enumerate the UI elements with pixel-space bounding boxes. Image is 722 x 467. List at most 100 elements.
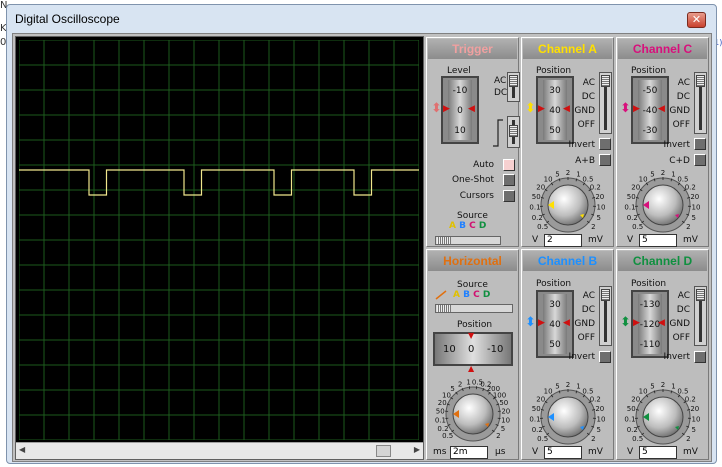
a-pos-top: 30 [549,86,561,96]
trigger-edge-slider[interactable] [507,116,520,148]
a-volts-dial[interactable]: 0.5 0.2 0.1 50 20 10 5 2 1 0.5 0.2 20 10 5 2 [524,165,612,241]
c-invert-label: Invert [663,140,690,150]
scroll-right-icon[interactable]: ▶ [414,445,420,454]
h-pos-left: 10 [443,344,456,355]
dial-tick-label: 20 [631,183,640,191]
b-unit-left: V [532,447,539,457]
timebase-dial[interactable]: 0.5 0.2 0.1 50 20 10 5 2 1 0.5 0.2 200 100 50 20 10 5 2 [429,374,517,450]
dial-tick-label: 1 [671,171,675,179]
trigger-cursors-button[interactable] [503,190,515,202]
dial-tick-label: 50 [532,193,541,201]
a-pointer-left-icon: ▶ [538,104,545,114]
b-gnd-label: GND [574,319,595,329]
b-invert-button[interactable] [599,351,611,363]
dial-tick-label: 0.2 [685,395,696,403]
h-pos-pointer-top-icon: ▼ [468,331,475,340]
dial-tick-label: 0.5 [537,223,548,231]
c-gnd-label: GND [669,106,690,116]
trigger-oneshot-button[interactable] [503,174,515,186]
trigger-coupling-slider[interactable] [507,72,520,102]
horizontal-source-slider[interactable] [435,304,513,313]
d-position-label: Position [631,279,667,289]
dial-tick-label: 0.2 [532,426,543,434]
a-coupling-slider[interactable] [599,72,612,134]
dial-graphic: 0.50.20.15020105 2 10.50.2201052 [529,169,605,233]
b-coupling-slider[interactable] [599,286,612,346]
dial-tick-label: 5 [555,171,559,179]
channel-c-panel: Channel C Position -50 -40 -30 ⬍ ▶ ◀ AC DC GND O… [616,37,709,247]
d-coupling-slider[interactable] [694,286,707,346]
title-bar[interactable]: Digital Oscilloscope ✕ [7,5,716,33]
trigger-title: Trigger [428,39,517,59]
trigger-mode-cursors-label: Cursors [459,191,494,201]
c-coupling-slider[interactable] [694,72,707,134]
b-ac-label: AC [582,291,595,301]
dial-tick-label: 10 [501,416,510,424]
scroll-left-icon[interactable]: ◀ [19,445,25,454]
trigger-source-slider[interactable] [435,236,501,245]
d-pos-top: -130 [639,300,661,310]
scope-horizontal-scrollbar[interactable]: ◀ ▶ [16,442,423,459]
c-dc-label: DC [676,92,690,102]
dial-tick-label: 5 [691,426,695,434]
dial-tick-label: 2 [566,381,570,389]
source-c: C [469,221,476,231]
trigger-dc-label: DC [494,88,508,98]
trigger-auto-button[interactable] [503,159,515,171]
c-unit-right: mV [683,235,698,245]
close-button[interactable]: ✕ [687,12,706,28]
channel-d-panel: Channel D Position -130 -120 -110 ⬍ ▶ ◀ AC DC G… [616,249,709,460]
c-invert-button[interactable] [694,138,706,150]
dial-graphic: 0.50.20.15020105 2 10.50.2201052 [624,381,700,445]
dial-tick-label: 20 [690,193,699,201]
dial-tick-label: 50 [532,405,541,413]
d-position-marker-icon: ⬍ [620,315,631,330]
a-unit-right: mV [588,235,603,245]
dial-tick [445,417,449,419]
a-position-label: Position [536,66,572,76]
trigger-source-label: Source [457,211,488,221]
trigger-mode-oneshot-label: One-Shot [451,175,494,185]
b-volts-value-field[interactable]: 5 [544,446,582,459]
d-ac-label: AC [677,291,690,301]
a-volts-value-field[interactable]: 2 [544,234,582,247]
scroll-thumb[interactable] [376,445,391,457]
a-unit-left: V [532,235,539,245]
close-icon: ✕ [691,13,702,26]
dial-tick-label: 0.5 [442,432,453,440]
d-volts-dial[interactable]: 0.5 0.2 0.1 50 20 10 5 2 1 0.5 0.2 20 10 5 2 [619,377,707,453]
d-dc-label: DC [676,305,690,315]
dial-graphic: 0.50.20.150201052 1 0.50.220010050201052 [435,378,510,442]
dial-tick-label: 5 [501,425,505,433]
ramp-icon [435,290,447,300]
dial-tick-label: 0.2 [532,214,543,222]
dial-tick-label: 10 [544,176,553,184]
b-title: Channel B [523,251,612,271]
c-volts-dial[interactable]: 0.5 0.2 0.1 50 20 10 5 2 1 0.5 0.2 20 10 5 2 [619,165,707,241]
channel-a-panel: Channel A Position 30 40 50 ⬍ ▶ ◀ AC DC GND OFF I… [521,37,614,247]
dial-tick-label: 20 [438,399,447,407]
c-volts-value-field[interactable]: 5 [639,234,677,247]
dial-tick-label: 5 [650,383,654,391]
b-volts-dial[interactable]: 0.5 0.2 0.1 50 20 10 5 2 1 0.5 0.2 20 10 5 2 [524,377,612,453]
dial-tick-label: 0.1 [624,416,635,424]
dial-tick-label: 0.2 [590,395,601,403]
dial-tick-label: 1 [576,383,580,391]
dial-tick-label: 20 [595,193,604,201]
d-off-label: OFF [672,333,690,343]
c-pos-top: -50 [642,86,658,96]
dial-tick-label: 20 [536,183,545,191]
dial-tick-label: 2 [458,381,462,389]
a-gnd-label: GND [574,106,595,116]
d-invert-button[interactable] [694,351,706,363]
d-volts-value-field[interactable]: 5 [639,446,677,459]
dial-tick-label: 1 [576,171,580,179]
dial-tick-label: 1 [466,378,470,386]
b-position-label: Position [536,279,572,289]
d-unit-left: V [627,447,634,457]
dial-tick-label: 0.1 [435,416,446,424]
a-invert-button[interactable] [599,138,611,150]
dial-tick-label: 10 [544,388,553,396]
c-pos-bottom: -30 [642,126,658,136]
timebase-value-field[interactable]: 2m [450,446,488,459]
